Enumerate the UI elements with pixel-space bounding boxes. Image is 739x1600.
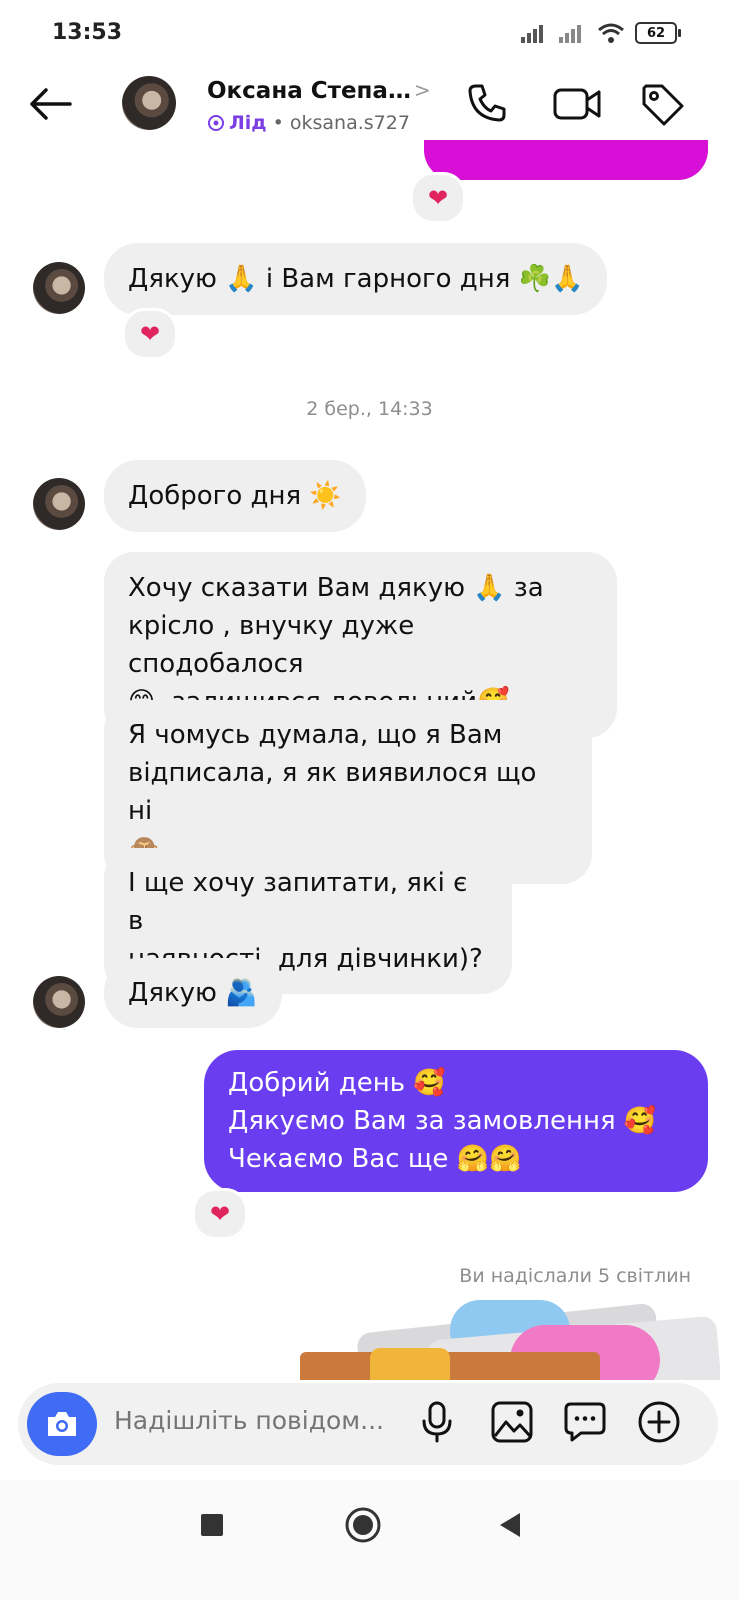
timestamp: 2 бер., 14:33 xyxy=(306,398,433,420)
signal-icon xyxy=(521,25,543,43)
message-line: відписала, я як виявилося що ні xyxy=(128,758,537,826)
photo-thumbnail[interactable] xyxy=(370,1348,450,1380)
message-line: І ще хочу запитати, які є в xyxy=(128,868,468,936)
message-line: Хочу сказати Вам дякую 🙏 за xyxy=(128,573,544,603)
lead-label: Лід xyxy=(229,112,267,134)
back-button[interactable] xyxy=(28,86,74,126)
message-bubble[interactable]: Дякую 🙏 і Вам гарного дня ☘️🙏 xyxy=(104,243,608,315)
message-bubble-outgoing-partial[interactable] xyxy=(424,140,708,180)
photo-stack[interactable] xyxy=(300,1300,720,1380)
home-circle-icon xyxy=(345,1507,381,1543)
tag-button[interactable] xyxy=(640,82,686,132)
signal-icon-2 xyxy=(559,25,581,43)
message-line: Дякуємо Вам за замовлення 🥰 xyxy=(228,1106,657,1136)
plus-icon xyxy=(638,1401,680,1443)
recents-button[interactable] xyxy=(200,1513,224,1541)
wifi-icon xyxy=(598,23,624,43)
chevron-right-icon[interactable]: > xyxy=(414,78,431,102)
message-bubble[interactable]: Доброго дня ☀️ xyxy=(104,460,366,532)
camera-icon xyxy=(48,1412,76,1436)
camera-button[interactable] xyxy=(27,1392,97,1456)
home-button[interactable] xyxy=(344,1506,382,1548)
contact-name[interactable]: Оксана Степа… xyxy=(207,78,411,104)
gallery-button[interactable] xyxy=(490,1400,534,1448)
message-line: Чекаємо Вас ще 🤗🤗 xyxy=(228,1144,522,1174)
contact-subtitle: Лід • oksana.s727 xyxy=(207,112,410,134)
triangle-back-icon xyxy=(500,1513,520,1537)
sticker-button[interactable] xyxy=(563,1400,607,1448)
sender-avatar[interactable] xyxy=(33,262,85,314)
status-icons: 62 xyxy=(521,22,681,44)
image-icon xyxy=(491,1401,533,1443)
microphone-icon xyxy=(422,1401,452,1443)
back-nav-button[interactable] xyxy=(498,1511,522,1543)
add-button[interactable] xyxy=(637,1400,681,1448)
username: • oksana.s727 xyxy=(272,112,410,134)
reaction-heart[interactable]: ❤ xyxy=(192,1188,248,1240)
sent-photos-note: Ви надіслали 5 світлин xyxy=(459,1265,691,1287)
video-icon xyxy=(553,88,601,120)
message-input[interactable] xyxy=(112,1405,406,1436)
message-line: Добрий день 🥰 xyxy=(228,1068,446,1098)
lead-badge[interactable]: Лід xyxy=(207,112,267,134)
reaction-heart[interactable]: ❤ xyxy=(410,172,466,224)
square-icon xyxy=(201,1514,223,1536)
call-button[interactable] xyxy=(466,82,508,128)
back-arrow-icon xyxy=(30,88,72,120)
sender-avatar[interactable] xyxy=(33,478,85,530)
phone-icon xyxy=(468,84,506,122)
sender-avatar[interactable] xyxy=(33,976,85,1028)
chat-bubble-icon xyxy=(564,1402,606,1442)
battery-indicator: 62 xyxy=(635,22,681,44)
lead-icon xyxy=(208,115,224,131)
message-line: крісло , внучку дуже сподобалося xyxy=(128,611,415,679)
video-button[interactable] xyxy=(552,84,602,128)
message-bubble[interactable]: Дякую 🫂 xyxy=(104,958,282,1028)
message-bubble-outgoing[interactable]: Добрий день 🥰 Дякуємо Вам за замовлення … xyxy=(204,1050,708,1192)
avatar[interactable] xyxy=(122,76,176,130)
status-time: 13:53 xyxy=(52,20,123,45)
reaction-heart[interactable]: ❤ xyxy=(122,308,178,360)
tag-icon xyxy=(642,84,684,126)
photo-thumbnail[interactable] xyxy=(300,1352,600,1380)
microphone-button[interactable] xyxy=(420,1400,454,1448)
message-line: Я чомусь думала, що я Вам xyxy=(128,720,503,750)
